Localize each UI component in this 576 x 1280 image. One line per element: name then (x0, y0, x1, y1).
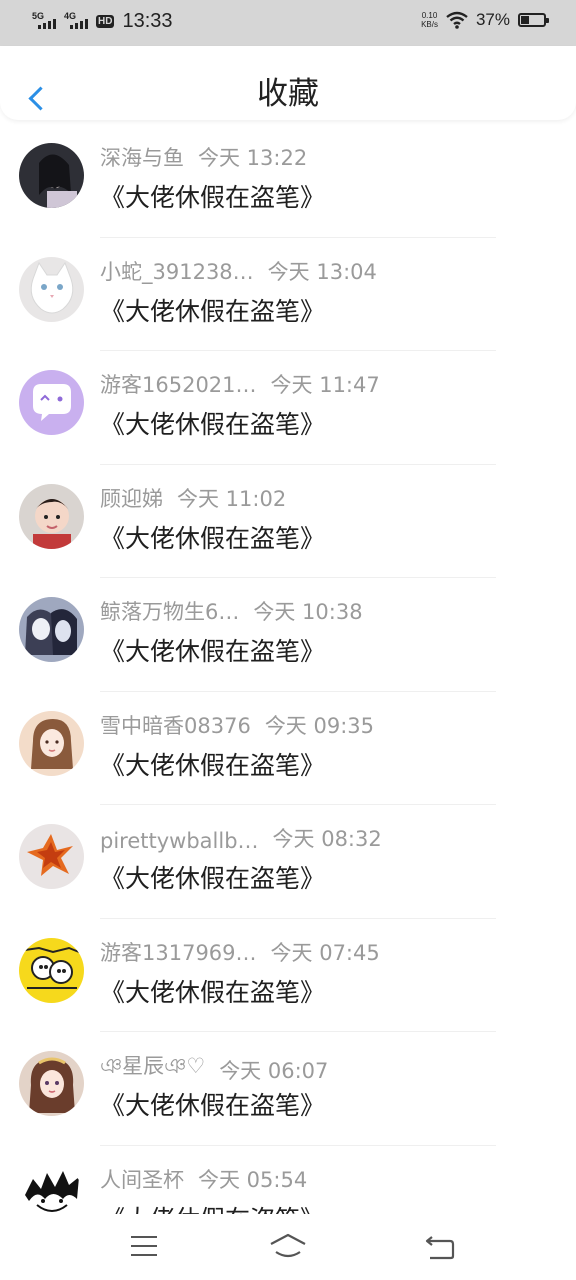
book-title[interactable]: 《大佬休假在盗笔》 (100, 1200, 325, 1215)
list-item[interactable]: 小蛇_391238… 今天 13:04 《大佬休假在盗笔》 (0, 238, 576, 351)
timestamp: 今天 11:02 (177, 486, 287, 511)
user-name[interactable]: pirettywballb… (100, 829, 259, 853)
hd-voice-icon: HD (96, 15, 115, 28)
book-title[interactable]: 《大佬休假在盗笔》 (100, 405, 325, 441)
return-icon[interactable] (420, 1230, 460, 1264)
home-icon[interactable] (268, 1230, 308, 1264)
book-title[interactable]: 《大佬休假在盗笔》 (100, 746, 325, 782)
list-item[interactable]: 人间圣杯今天 05:54 《大佬休假在盗笔》 (0, 1146, 576, 1215)
list-item[interactable]: 游客1652021… 今天 11:47 《大佬休假在盗笔》 (0, 351, 576, 465)
page-header: 收藏 (0, 46, 576, 120)
network-speed-value: 0.10 (421, 11, 438, 20)
list-item[interactable]: 游客1317969… 今天 07:45 《大佬休假在盗笔》 (0, 919, 576, 1032)
avatar-baby-icon[interactable] (19, 483, 84, 549)
item-meta: 鲸落万物生6… 今天 10:38 (100, 596, 363, 626)
timestamp: 今天 08:32 (272, 827, 382, 851)
book-title[interactable]: 《大佬休假在盗笔》 (100, 973, 325, 1009)
list-item[interactable]: 深海与鱼 今天 13:22 《大佬休假在盗笔》 (0, 124, 576, 238)
battery-percent: 37% (475, 10, 510, 29)
user-name[interactable]: 游客1652021… (100, 369, 257, 399)
timestamp: 今天 13:22 (198, 146, 308, 170)
page-title: 收藏 (257, 76, 319, 112)
system-nav-bar (0, 1214, 576, 1280)
item-meta: ঞ星辰ঞ♡ 今天 06:07 (100, 1050, 328, 1085)
network-speed-unit: KB/s (421, 20, 438, 29)
book-title[interactable]: 《大佬休假在盗笔》 (100, 1086, 325, 1122)
timestamp: 今天 07:45 (270, 940, 380, 965)
menu-icon[interactable] (125, 1230, 165, 1264)
list-item[interactable]: 鲸落万物生6… 今天 10:38 《大佬休假在盗笔》 (0, 578, 576, 692)
network-speed: 0.10 KB/s (421, 11, 438, 29)
avatar-girl-light-icon[interactable] (19, 710, 84, 776)
avatar-anime-girl-icon[interactable] (19, 1051, 84, 1116)
list-item[interactable]: 雪中暗香08376 今天 09:35 《大佬休假在盗笔》 (0, 692, 576, 805)
avatar-orange-flower-icon[interactable] (19, 824, 84, 889)
item-meta: 雪中暗香08376 今天 09:35 (100, 710, 374, 740)
timestamp: 今天 13:04 (267, 259, 377, 284)
timestamp: 今天 11:47 (270, 373, 380, 397)
user-name[interactable]: 雪中暗香08376 (100, 710, 251, 740)
timestamp: 今天 05:54 (198, 1167, 308, 1192)
item-meta: 顾迎娣 今天 11:02 (100, 483, 286, 513)
signal-4g-icon: 4G (64, 11, 90, 31)
list-item[interactable]: ঞ星辰ঞ♡ 今天 06:07 《大佬休假在盗笔》 (0, 1032, 576, 1146)
book-title[interactable]: 《大佬休假在盗笔》 (100, 178, 325, 214)
avatar-chat-bubble-icon[interactable] (19, 370, 84, 435)
book-title[interactable]: 《大佬休假在盗笔》 (100, 519, 325, 555)
user-name[interactable]: 游客1317969… (100, 937, 257, 967)
user-name[interactable]: ঞ星辰ঞ♡ (100, 1050, 205, 1085)
item-meta: 人间圣杯 今天 05:54 (100, 1164, 307, 1194)
battery-icon (518, 13, 549, 27)
timestamp: 今天 06:07 (219, 1059, 329, 1083)
book-title[interactable]: 《大佬休假在盗笔》 (100, 632, 325, 668)
item-meta: 小蛇_391238… 今天 13:04 (100, 256, 377, 286)
list-item[interactable]: 顾迎娣 今天 11:02 《大佬休假在盗笔》 (0, 465, 576, 578)
avatar-girl-dark-icon[interactable] (19, 143, 84, 208)
favorites-list[interactable]: 深海与鱼 今天 13:22 《大佬休假在盗笔》 小蛇_391238… 今天 13:04 《… (0, 124, 576, 1214)
avatar-yellow-cartoon-icon[interactable] (19, 937, 84, 1003)
item-meta: 游客1317969… 今天 07:45 (100, 937, 380, 967)
battery-fill (521, 16, 529, 24)
avatar-anime-couple-icon[interactable] (19, 597, 84, 662)
user-name[interactable]: 深海与鱼 (100, 142, 184, 172)
item-meta: pirettywballb… 今天 08:32 (100, 823, 382, 853)
item-meta: 游客1652021… 今天 11:47 (100, 369, 380, 399)
avatar-white-cat-icon[interactable] (19, 256, 84, 322)
wifi-icon (446, 11, 468, 29)
user-name[interactable]: 小蛇_391238… (100, 256, 254, 286)
item-meta: 深海与鱼 今天 13:22 (100, 142, 307, 172)
avatar-sketch-icon[interactable] (19, 1164, 84, 1214)
status-bar-right: 0.10 KB/s 37% (421, 10, 549, 30)
book-title[interactable]: 《大佬休假在盗笔》 (100, 859, 325, 895)
book-title[interactable]: 《大佬休假在盗笔》 (100, 292, 325, 328)
user-name[interactable]: 鲸落万物生6… (100, 596, 239, 626)
status-bar: 5G 4G HD 13:33 0.10 KB/s 37% (0, 0, 576, 46)
user-name[interactable]: 人间圣杯 (100, 1164, 184, 1194)
list-item[interactable]: pirettywballb… 今天 08:32 《大佬休假在盗笔》 (0, 805, 576, 919)
user-name[interactable]: 顾迎娣 (100, 483, 163, 513)
status-bar-left: 5G 4G HD 13:33 (32, 10, 173, 33)
timestamp: 今天 10:38 (253, 600, 363, 624)
signal-5g-icon: 5G (32, 11, 58, 31)
status-time: 13:33 (122, 10, 173, 32)
timestamp: 今天 09:35 (264, 713, 375, 738)
